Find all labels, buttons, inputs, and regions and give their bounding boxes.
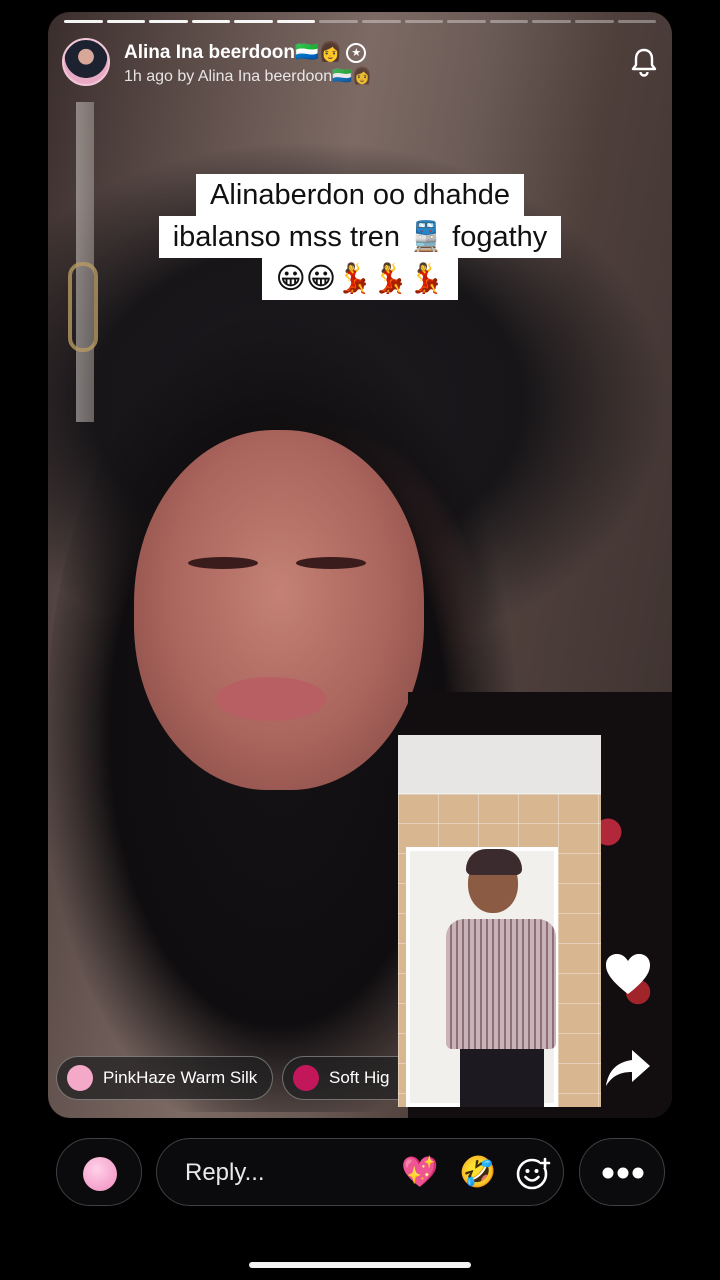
heart-icon[interactable] [604,952,652,996]
chip-color-dot [293,1065,319,1091]
home-indicator[interactable] [249,1262,471,1268]
bell-icon[interactable] [628,46,660,78]
pip-person [446,849,556,1107]
user-name[interactable]: Alina Ina beerdoon🇸🇱👩 [124,42,342,63]
progress-segment [149,20,188,23]
subject-eye-left [188,557,258,569]
progress-segment [532,20,571,23]
story-progress-bar [64,20,657,24]
progress-segment [191,20,231,23]
reply-input[interactable]: Reply... 💖 🤣 [156,1138,564,1206]
chip-label: PinkHaze Warm Silk [103,1068,258,1087]
chip-color-dot [67,1065,93,1091]
chip-label: Soft Hig [329,1068,390,1087]
progress-segment [617,20,657,23]
caption-line-1: Alinaberdon oo dhahde [196,174,524,216]
add-sticker-icon[interactable] [515,1155,551,1191]
more-dots-icon [602,1167,644,1179]
quick-reaction-emoji-2[interactable]: 🤣 [459,1155,496,1191]
caption-line-2: ibalanso mss tren 🚆 fogathy [158,216,562,258]
caption-line-3: 😀😀💃💃💃 [261,258,459,300]
reply-placeholder: Reply... [185,1159,265,1186]
lens-chip-soft[interactable]: Soft Hig [282,1056,398,1100]
progress-segment [319,20,359,23]
lens-chip-pinkhaze[interactable]: PinkHaze Warm Silk [56,1056,273,1100]
pip-person-pants [460,1049,544,1107]
subject-face [134,430,424,790]
progress-segment [64,20,103,23]
progress-segment [404,20,444,23]
progress-segment [106,20,146,23]
story-caption: Alinaberdon oo dhahde ibalanso mss tren … [0,174,720,300]
progress-segment [234,20,273,23]
pip-video[interactable] [398,735,601,1107]
progress-segment [362,20,401,23]
user-avatar[interactable] [62,38,110,86]
progress-segment [447,20,486,23]
user-name-row[interactable]: Alina Ina beerdoon🇸🇱👩 ★ [124,40,367,64]
pip-person-headwrap [466,849,522,875]
progress-segment [489,20,529,23]
star-badge-icon: ★ [346,42,367,63]
progress-segment [574,20,614,23]
more-options-button[interactable] [579,1138,665,1206]
share-arrow-icon[interactable] [604,1048,652,1088]
story-header: Alina Ina beerdoon🇸🇱👩 ★ 1h ago by Alina I… [62,38,662,90]
subject-lips [216,677,326,721]
progress-segment [276,20,316,23]
quick-reaction-emoji-1[interactable]: 💖 [401,1155,438,1191]
subject-eye-right [296,557,366,569]
story-subtitle: 1h ago by Alina Ina beerdoon🇸🇱👩 [124,68,373,85]
bitmoji-icon [83,1157,117,1191]
bitmoji-button[interactable] [56,1138,142,1206]
pip-person-shirt [446,919,556,1049]
